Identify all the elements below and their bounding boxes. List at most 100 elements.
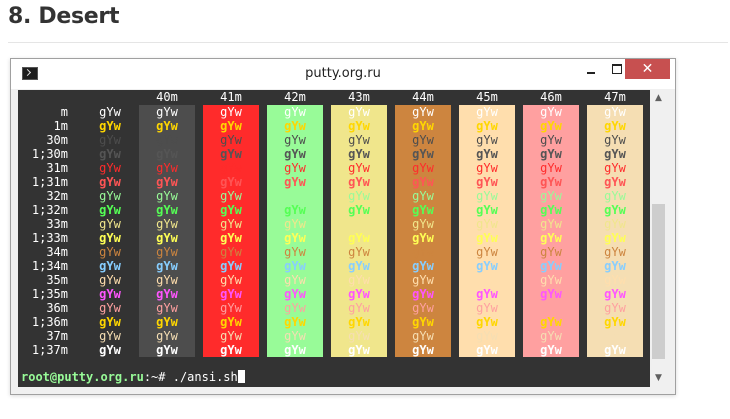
sample-cell: gYw: [476, 231, 498, 245]
sample-cell: gYw: [220, 105, 242, 119]
sample-cell: gYw: [156, 273, 178, 287]
sample-cell: gYw: [284, 301, 306, 315]
scroll-down-arrow[interactable]: ▼: [650, 370, 667, 387]
sample-cell: gYw: [604, 245, 626, 259]
sample-cell: gYw: [220, 203, 242, 217]
vertical-scrollbar[interactable]: ▲ ▼: [650, 90, 667, 387]
sample-cell: gYw: [220, 119, 242, 133]
sample-cell: gYw: [220, 231, 242, 245]
close-icon: ✕: [641, 61, 654, 77]
row-label: 1;30m: [31, 147, 68, 161]
row-label: m: [60, 105, 68, 119]
sample-cell: gYw: [476, 147, 498, 161]
sample-cell: gYw: [348, 287, 370, 301]
minimize-button[interactable]: [577, 59, 605, 79]
sample-cell: gYw: [476, 133, 498, 147]
header-41m: 41m: [220, 90, 242, 104]
sample-cell: gYw: [412, 133, 434, 147]
sample-cell: gYw: [540, 301, 562, 315]
sample-cell: gYw: [412, 105, 434, 119]
sample-cell: gYw: [99, 231, 121, 245]
sample-cell: gYw: [220, 259, 242, 273]
row-label: 35m: [46, 273, 68, 287]
sample-cell: gYw: [412, 245, 434, 259]
sample-cell: gYw: [540, 175, 562, 189]
scroll-up-arrow[interactable]: ▲: [650, 90, 667, 107]
sample-cell: gYw: [156, 315, 178, 329]
sample-cell: gYw: [476, 343, 498, 357]
sample-cell: gYw: [284, 133, 306, 147]
title-bar[interactable]: putty.org.ru ✕: [11, 59, 675, 89]
sample-cell: gYw: [220, 161, 242, 175]
sample-cell: gYw: [476, 217, 498, 231]
sample-cell: gYw: [476, 259, 498, 273]
sample-cell: gYw: [412, 231, 434, 245]
terminal-screen[interactable]: 40m 41m 42m 43m 44m 45m 46m 47m m gYw gYw gYw gYw gYw…: [18, 90, 650, 387]
header-42m: 42m: [284, 90, 306, 104]
sample-cell: gYw: [412, 217, 434, 231]
header-43m: 43m: [348, 90, 370, 104]
sample-cell: gYw: [348, 147, 370, 161]
scroll-thumb[interactable]: [652, 204, 665, 360]
sample-cell: gYw: [412, 343, 434, 357]
sample-cell: gYw: [156, 217, 178, 231]
sample-cell: gYw: [284, 343, 306, 357]
sample-cell: gYw: [412, 301, 434, 315]
sample-cell: gYw: [540, 231, 562, 245]
header-47m: 47m: [604, 90, 626, 104]
sample-cell: gYw: [604, 133, 626, 147]
sample-cell: gYw: [220, 245, 242, 259]
sample-cell: gYw: [540, 287, 562, 301]
sample-cell: gYw: [476, 203, 498, 217]
sample-cell: gYw: [156, 301, 178, 315]
sample-cell: gYw: [284, 217, 306, 231]
sample-cell: gYw: [156, 105, 178, 119]
sample-cell: gYw: [540, 343, 562, 357]
sample-cell: gYw: [156, 203, 178, 217]
sample-cell: gYw: [348, 301, 370, 315]
sample-cell: gYw: [604, 147, 626, 161]
sample-cell: gYw: [476, 315, 498, 329]
sample-cell: gYw: [604, 287, 626, 301]
row-label: 36m: [46, 301, 68, 315]
sample-cell: gYw: [540, 217, 562, 231]
sample-cell: gYw: [604, 329, 626, 343]
sample-cell: gYw: [540, 133, 562, 147]
sample-cell: gYw: [476, 287, 498, 301]
sample-cell: gYw: [476, 175, 498, 189]
sample-cell: gYw: [412, 315, 434, 329]
sample-cell: gYw: [220, 133, 242, 147]
sample-cell: gYw: [156, 329, 178, 343]
sample-cell: gYw: [476, 273, 498, 287]
row-label: 32m: [46, 189, 68, 203]
sample-cell: gYw: [540, 189, 562, 203]
sample-cell: gYw: [348, 343, 370, 357]
sample-cell: gYw: [540, 147, 562, 161]
sample-cell: gYw: [348, 315, 370, 329]
sample-cell: gYw: [156, 231, 178, 245]
sample-cell: gYw: [99, 119, 121, 133]
row-label: 33m: [46, 217, 68, 231]
prompt-user-host: root@putty.org.ru: [21, 370, 144, 384]
sample-cell: gYw: [604, 217, 626, 231]
sample-cell: gYw: [540, 161, 562, 175]
sample-cell: gYw: [99, 259, 121, 273]
sample-cell: gYw: [412, 203, 434, 217]
header-40m: 40m: [156, 90, 178, 104]
sample-cell: gYw: [99, 203, 121, 217]
sample-cell: gYw: [220, 147, 242, 161]
sample-cell: gYw: [284, 273, 306, 287]
sample-cell: gYw: [99, 105, 121, 119]
sample-cell: gYw: [412, 189, 434, 203]
sample-cell: gYw: [348, 217, 370, 231]
sample-cell: gYw: [284, 203, 306, 217]
header-45m: 45m: [476, 90, 498, 104]
sample-cell: gYw: [284, 245, 306, 259]
text-cursor: [237, 370, 245, 383]
sample-cell: gYw: [604, 175, 626, 189]
sample-cell: gYw: [156, 147, 178, 161]
sample-cell: gYw: [412, 175, 434, 189]
close-button[interactable]: ✕: [625, 59, 670, 79]
sample-cell: gYw: [412, 119, 434, 133]
sample-cell: gYw: [348, 329, 370, 343]
